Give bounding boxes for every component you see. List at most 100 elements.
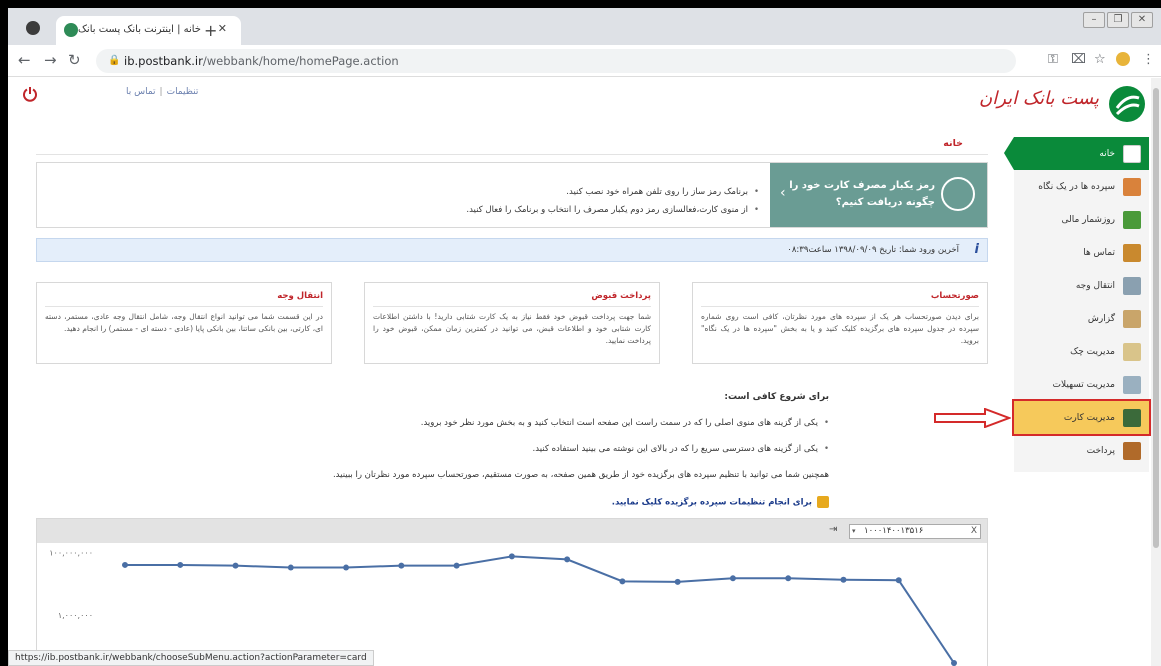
- sidebar-item-deposits[interactable]: سپرده ها در یک نگاه: [1014, 170, 1149, 203]
- new-tab-button[interactable]: +: [204, 21, 217, 40]
- phone-icon: [941, 177, 975, 211]
- sidebar-item-label: پرداخت: [1086, 445, 1115, 456]
- otp-steps: برنامک رمز ساز را روی تلفن همراه خود نصب…: [466, 183, 759, 219]
- last-login-text: آخرین ورود شما: تاریخ ۱۳۹۸/۰۹/۰۹ ساعت۰۸:…: [787, 245, 959, 255]
- card-title[interactable]: انتقال وجه: [45, 291, 323, 307]
- sidebar-item-label: گزارش: [1087, 313, 1115, 324]
- restore-icon[interactable]: ❐: [1107, 12, 1129, 28]
- card-icon: [1123, 408, 1141, 427]
- profile-icon[interactable]: [1116, 52, 1130, 66]
- data-point[interactable]: [951, 660, 957, 666]
- sidebar-item-label: مدیریت چک: [1070, 346, 1115, 357]
- red-arrow-icon: [934, 408, 1011, 428]
- contact-link[interactable]: تماس با: [126, 87, 156, 97]
- info-icon: i: [974, 242, 979, 257]
- deposits-icon: [1123, 177, 1141, 196]
- page: تنظیمات |تماس با پست بانک ایران خانه سپرد…: [8, 78, 1161, 666]
- data-point[interactable]: [840, 576, 847, 583]
- otp-banner: رمز یکبار مصرف کارت خود را چگونه دریافت …: [36, 162, 988, 228]
- url-path: /webbank/home/homePage.action: [202, 54, 399, 68]
- list-item: برنامک رمز ساز را روی تلفن همراه خود نصب…: [466, 183, 759, 201]
- sidebar-item-payment[interactable]: پرداخت: [1014, 434, 1149, 467]
- chevron-down-icon[interactable]: ▾: [852, 525, 856, 538]
- sidebar-item-home[interactable]: خانه: [1004, 137, 1149, 170]
- logo-mark-icon: [1109, 86, 1145, 122]
- getting-started-note: همچنین شما می توانید با تنظیم سپرده های …: [332, 470, 829, 480]
- data-point[interactable]: [674, 578, 681, 585]
- browser-logo-icon: [26, 21, 40, 35]
- data-point[interactable]: [619, 578, 626, 585]
- window-close-icon[interactable]: ✕: [1131, 12, 1153, 28]
- back-icon[interactable]: ←: [18, 51, 31, 69]
- transfer-icon: [1123, 276, 1141, 295]
- list-item-text: یکی از گزینه های منوی اصلی را که در سمت …: [420, 418, 818, 428]
- data-point[interactable]: [564, 556, 571, 563]
- translate-icon[interactable]: ⌧: [1071, 52, 1086, 67]
- card-text: برای دیدن صورتحساب هر یک از سپرده های مو…: [701, 312, 979, 345]
- bank-logo[interactable]: پست بانک ایران: [979, 82, 1147, 126]
- forward-icon[interactable]: →: [44, 51, 57, 69]
- close-tab-icon[interactable]: ✕: [218, 22, 227, 35]
- data-point[interactable]: [287, 564, 294, 571]
- data-point[interactable]: [508, 553, 515, 560]
- clear-icon[interactable]: X: [971, 525, 977, 538]
- card-title[interactable]: صورتحساب: [701, 291, 979, 307]
- chart-header: ⇥ ▾ ۱۰۰۰۱۴۰۰۱۳۵۱۶ X: [37, 519, 987, 543]
- scrollbar[interactable]: [1151, 78, 1161, 666]
- sidebar-item-report[interactable]: گزارش: [1014, 302, 1149, 335]
- data-point[interactable]: [232, 562, 239, 569]
- cheque-icon: [1123, 342, 1141, 361]
- sidebar-item-cheque[interactable]: مدیریت چک: [1014, 335, 1149, 368]
- card-bill-payment: پرداخت قبوض شما جهت پرداخت قبوض خود فقط …: [364, 282, 660, 364]
- data-point[interactable]: [122, 561, 128, 568]
- data-point[interactable]: [729, 575, 736, 582]
- sidebar-item-label: تماس ها: [1083, 247, 1115, 258]
- data-point[interactable]: [895, 577, 902, 584]
- account-select-value: ۱۰۰۰۱۴۰۰۱۳۵۱۶: [864, 526, 924, 536]
- link-separator: |: [159, 87, 163, 97]
- scrollbar-thumb[interactable]: [1153, 88, 1159, 548]
- brand-name: پست بانک ایران: [979, 88, 1099, 109]
- list-item-text: یکی از گزینه های دسترسی سریع را که در با…: [532, 444, 818, 454]
- minimize-icon[interactable]: –: [1083, 12, 1105, 28]
- key-icon[interactable]: ⚿: [1048, 52, 1058, 67]
- data-point[interactable]: [453, 562, 460, 569]
- sidebar-item-label: مدیریت کارت: [1063, 412, 1115, 423]
- tab-strip: خانه | اینترنت بانک پست بانک ✕ + – ❐ ✕: [8, 8, 1161, 45]
- favorite-settings-link[interactable]: برای انجام تنظیمات سپرده برگزیده کلیک نم…: [129, 496, 829, 508]
- sidebar-item-label: انتقال وجه: [1075, 280, 1115, 291]
- card-title[interactable]: پرداخت قبوض: [373, 291, 651, 307]
- power-icon[interactable]: [22, 86, 38, 102]
- sidebar-item-label: سپرده ها در یک نگاه: [1038, 181, 1115, 192]
- sidebar-item-loans[interactable]: مدیریت تسهیلات: [1014, 368, 1149, 401]
- browser-toolbar: ← → ↻ 🔒 ib.postbank.ir/webbank/home/home…: [8, 45, 1161, 77]
- home-icon: [1123, 144, 1141, 163]
- sidebar-item-calendar[interactable]: روزشمار مالی: [1014, 203, 1149, 236]
- top-links: تنظیمات |تماس با: [126, 87, 198, 97]
- sidebar-item-contacts[interactable]: تماس ها: [1014, 236, 1149, 269]
- getting-started: برای شروع کافی است: •یکی از گزینه های من…: [129, 392, 829, 508]
- status-bar: https://ib.postbank.ir/webbank/chooseSub…: [8, 650, 374, 666]
- pin-icon[interactable]: ⇥: [829, 524, 837, 535]
- breadcrumb[interactable]: خانه: [943, 138, 963, 149]
- star-icon[interactable]: ☆: [1094, 52, 1106, 67]
- chevron-left-icon[interactable]: ‹: [780, 185, 786, 201]
- card-statement: صورتحساب برای دیدن صورتحساب هر یک از سپر…: [692, 282, 988, 364]
- sidebar-item-transfer[interactable]: انتقال وجه: [1014, 269, 1149, 302]
- data-point[interactable]: [177, 561, 184, 568]
- address-bar[interactable]: 🔒 ib.postbank.ir/webbank/home/homePage.a…: [96, 49, 1016, 73]
- data-point[interactable]: [343, 564, 350, 571]
- list-item: از منوی کارت،فعالسازی رمز دوم یکبار مصرف…: [466, 201, 759, 219]
- account-select[interactable]: ▾ ۱۰۰۰۱۴۰۰۱۳۵۱۶ X: [849, 524, 981, 539]
- settings-link[interactable]: تنظیمات: [167, 87, 199, 97]
- data-point[interactable]: [398, 562, 405, 569]
- menu-icon[interactable]: ⋮: [1142, 52, 1155, 67]
- reload-icon[interactable]: ↻: [68, 51, 81, 69]
- y-tick-label: ۱۰۰,۰۰۰,۰۰۰: [49, 548, 93, 557]
- otp-title: رمز یکبار مصرف کارت خود را چگونه دریافت …: [789, 180, 935, 208]
- otp-banner-header[interactable]: رمز یکبار مصرف کارت خود را چگونه دریافت …: [770, 163, 987, 227]
- data-point[interactable]: [785, 575, 792, 582]
- sidebar-item-card-management[interactable]: مدیریت کارت: [1012, 399, 1151, 436]
- contacts-icon: [1123, 243, 1141, 262]
- divider: [36, 154, 988, 155]
